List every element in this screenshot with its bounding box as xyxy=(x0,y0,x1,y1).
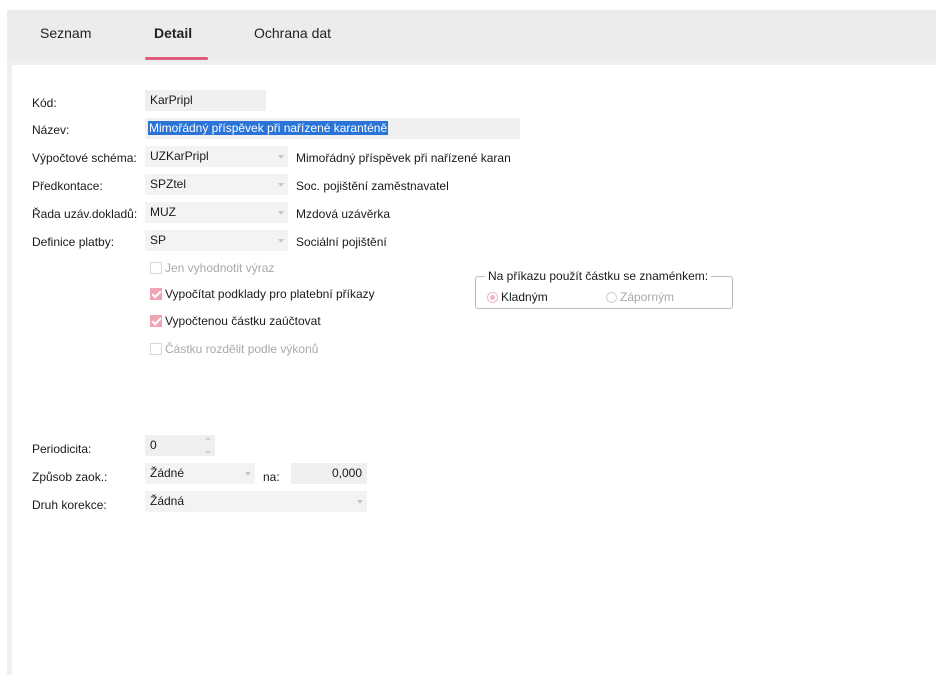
radio-zapornym[interactable]: Záporným xyxy=(606,290,674,304)
rada-uzav-dokladu-label: Řada uzáv.dokladů: xyxy=(32,207,138,221)
checkbox-label: Částku rozdělit podle výkonů xyxy=(165,342,319,356)
kod-value: KarPripl xyxy=(150,93,193,107)
predkontace-select[interactable]: SPZtel xyxy=(145,174,288,195)
radio-button[interactable] xyxy=(606,291,617,303)
zpusob-zaok-select[interactable]: Žádné xyxy=(145,463,255,484)
chevron-down-icon[interactable] xyxy=(241,463,255,484)
checkbox-vypocitat-podklady[interactable]: Vypočítat podklady pro platební příkazy xyxy=(150,287,375,301)
predkontace-description: Soc. pojištění zaměstnavatel xyxy=(296,179,449,193)
vypoctove-schema-description: Mimořádný příspěvek při nařízené karan xyxy=(296,151,511,165)
tab-bar: Seznam Detail Ochrana dat xyxy=(7,10,936,60)
vypoctove-schema-value: UZKarPripl xyxy=(150,149,209,163)
radio-label: Záporným xyxy=(620,290,675,304)
nazev-value: Mimořádný příspěvek při nařízené karanté… xyxy=(148,121,389,135)
predkontace-value: SPZtel xyxy=(150,177,187,191)
rada-uzav-dokladu-value: MUZ xyxy=(150,205,176,219)
tab-seznam[interactable]: Seznam xyxy=(40,25,91,41)
vypoctove-schema-select[interactable]: UZKarPripl xyxy=(145,146,288,167)
window-frame: Seznam Detail Ochrana dat Kód: KarPripl … xyxy=(7,10,936,675)
predkontace-label: Předkontace: xyxy=(32,179,103,193)
zpusob-zaok-label: Způsob zaok.: xyxy=(32,470,108,484)
nazev-field[interactable]: Mimořádný příspěvek při nařízené karanté… xyxy=(145,118,520,139)
chevron-down-icon[interactable] xyxy=(274,202,288,223)
checkbox-label: Jen vyhodnotit výraz xyxy=(165,261,275,275)
kod-field[interactable]: KarPripl xyxy=(145,90,266,111)
checkbox-box[interactable] xyxy=(150,315,162,327)
kod-label: Kód: xyxy=(32,96,57,110)
periodicita-spinner[interactable]: 0 xyxy=(145,435,215,456)
na-input[interactable]: 0,000 xyxy=(291,463,367,484)
definice-platby-value: SP xyxy=(150,233,167,247)
nazev-label: Název: xyxy=(32,123,70,137)
detail-panel: Kód: KarPripl Název: Mimořádný příspěvek… xyxy=(12,65,936,675)
na-label: na: xyxy=(263,470,280,484)
radio-kladnym[interactable]: Kladným xyxy=(487,290,548,304)
checkbox-jen-vyhodnotit[interactable]: Jen vyhodnotit výraz xyxy=(150,261,274,275)
vypoctove-schema-label: Výpočtové schéma: xyxy=(32,151,137,165)
checkbox-rozdelit-podle-vykonu[interactable]: Částku rozdělit podle výkonů xyxy=(150,342,318,356)
definice-platby-description: Sociální pojištění xyxy=(296,235,387,249)
na-value: 0,000 xyxy=(331,466,362,480)
definice-platby-label: Definice platby: xyxy=(32,235,115,249)
chevron-down-icon[interactable] xyxy=(274,146,288,167)
tab-ochrana-dat[interactable]: Ochrana dat xyxy=(254,25,331,41)
rada-uzav-dokladu-select[interactable]: MUZ xyxy=(145,202,288,223)
zpusob-zaok-value: Žádné xyxy=(150,466,185,480)
checkbox-box[interactable] xyxy=(150,288,162,300)
active-tab-indicator xyxy=(145,57,208,60)
tab-detail[interactable]: Detail xyxy=(154,25,192,41)
checkbox-label: Vypočtenou částku zaúčtovat xyxy=(165,314,321,328)
chevron-down-icon[interactable] xyxy=(274,174,288,195)
radio-button[interactable] xyxy=(487,291,498,303)
periodicita-label: Periodicita: xyxy=(32,442,92,456)
checkbox-label: Vypočítat podklady pro platební příkazy xyxy=(165,287,375,301)
sign-group-title: Na příkazu použít částku se znaménkem: xyxy=(485,269,712,283)
druh-korekce-select[interactable]: Žádná xyxy=(145,491,367,512)
definice-platby-select[interactable]: SP xyxy=(145,230,288,251)
sign-groupbox: Na příkazu použít částku se znaménkem: K… xyxy=(475,269,733,309)
druh-korekce-value: Žádná xyxy=(150,494,185,508)
checkbox-box[interactable] xyxy=(150,343,162,355)
periodicita-value: 0 xyxy=(150,438,157,452)
spinner-arrows-icon[interactable] xyxy=(203,437,213,454)
druh-korekce-label: Druh korekce: xyxy=(32,498,107,512)
chevron-down-icon[interactable] xyxy=(353,491,367,512)
checkbox-zauctovat[interactable]: Vypočtenou částku zaúčtovat xyxy=(150,314,321,328)
rada-uzav-dokladu-description: Mzdová uzávěrka xyxy=(296,207,391,221)
checkbox-box[interactable] xyxy=(150,262,162,274)
radio-label: Kladným xyxy=(501,290,548,304)
chevron-down-icon[interactable] xyxy=(274,230,288,251)
